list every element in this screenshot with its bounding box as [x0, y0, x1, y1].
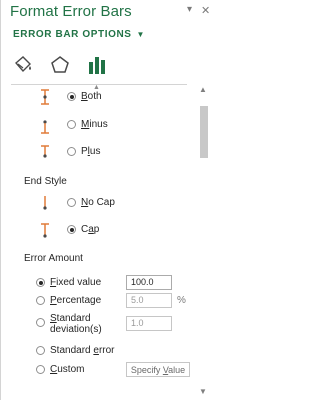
- specify-value-label: Specify Value: [130, 364, 186, 375]
- standard-error-label: Standard error: [50, 345, 115, 356]
- percentage-radio[interactable]: [36, 296, 45, 305]
- no-cap-option[interactable]: No Cap: [67, 197, 115, 208]
- fixed-value-radio[interactable]: [36, 278, 45, 287]
- percent-unit: %: [177, 295, 186, 306]
- standard-deviation-label: Standard deviation(s): [50, 313, 102, 335]
- pane-title: Format Error Bars: [10, 3, 132, 20]
- scroll-thumb[interactable]: [200, 106, 208, 158]
- fixed-value-input[interactable]: 100.0: [126, 275, 172, 290]
- scroll-up-icon[interactable]: ▲: [199, 85, 207, 94]
- standard-deviation-radio[interactable]: [36, 318, 45, 327]
- close-icon[interactable]: ✕: [201, 4, 210, 17]
- direction-minus-radio[interactable]: [67, 120, 76, 129]
- scroll-down-icon[interactable]: ▼: [199, 387, 207, 396]
- specify-value-button[interactable]: Specify Value: [126, 362, 190, 377]
- plus-direction-icon: [41, 145, 49, 158]
- standard-deviation-input[interactable]: 1.0: [126, 316, 172, 331]
- custom-label: Custom: [50, 364, 85, 375]
- standard-deviation-option[interactable]: Standard deviation(s): [36, 313, 102, 335]
- both-direction-icon: [41, 89, 49, 105]
- format-error-bars-pane: Format Error Bars ▾ ✕ ERROR BAR OPTIONS …: [0, 0, 215, 400]
- cap-radio[interactable]: [67, 225, 76, 234]
- chevron-down-icon: ▼: [136, 30, 146, 39]
- task-pane-options-icon[interactable]: ▾: [187, 4, 192, 15]
- direction-both-label: Both: [81, 91, 102, 102]
- custom-option[interactable]: Custom: [36, 364, 84, 375]
- standard-error-radio[interactable]: [36, 346, 45, 355]
- custom-radio[interactable]: [36, 365, 45, 374]
- direction-plus-radio[interactable]: [67, 147, 76, 156]
- section-dropdown[interactable]: ERROR BAR OPTIONS ▼: [13, 29, 145, 40]
- section-dropdown-label: ERROR BAR OPTIONS: [13, 29, 132, 40]
- direction-plus-label: Plus: [81, 146, 101, 157]
- no-cap-icon: [43, 196, 47, 210]
- no-cap-label: No Cap: [81, 197, 115, 208]
- pentagon-icon: [51, 56, 69, 73]
- direction-minus-option[interactable]: Minus: [67, 119, 108, 130]
- direction-both-radio[interactable]: [67, 92, 76, 101]
- vertical-scrollbar[interactable]: ▲ ▼: [198, 84, 210, 400]
- bar-chart-icon: [89, 57, 105, 74]
- cap-option[interactable]: Cap: [67, 224, 99, 235]
- error-bar-options-tab[interactable]: [84, 52, 110, 76]
- direction-plus-option[interactable]: Plus: [67, 146, 100, 157]
- end-style-heading: End Style: [24, 176, 67, 187]
- no-cap-radio[interactable]: [67, 198, 76, 207]
- fixed-value-option[interactable]: Fixed value: [36, 277, 101, 288]
- collapse-arrow-icon: ▲: [93, 84, 100, 91]
- cap-icon: [41, 223, 49, 238]
- percentage-input[interactable]: 5.0: [126, 293, 172, 308]
- standard-error-option[interactable]: Standard error: [36, 345, 115, 356]
- paint-bucket-icon: [15, 56, 31, 73]
- percentage-option[interactable]: Percentage: [36, 295, 101, 306]
- direction-both-option[interactable]: Both: [67, 91, 102, 102]
- fixed-value-label: Fixed value: [50, 277, 102, 288]
- category-tabs: [10, 52, 110, 76]
- minus-direction-icon: [41, 120, 49, 134]
- effects-tab[interactable]: [47, 52, 73, 76]
- direction-minus-label: Minus: [81, 119, 108, 130]
- percentage-label: Percentage: [50, 295, 102, 306]
- cap-label: Cap: [81, 224, 100, 235]
- error-amount-heading: Error Amount: [24, 253, 83, 264]
- fill-line-tab[interactable]: [10, 52, 36, 76]
